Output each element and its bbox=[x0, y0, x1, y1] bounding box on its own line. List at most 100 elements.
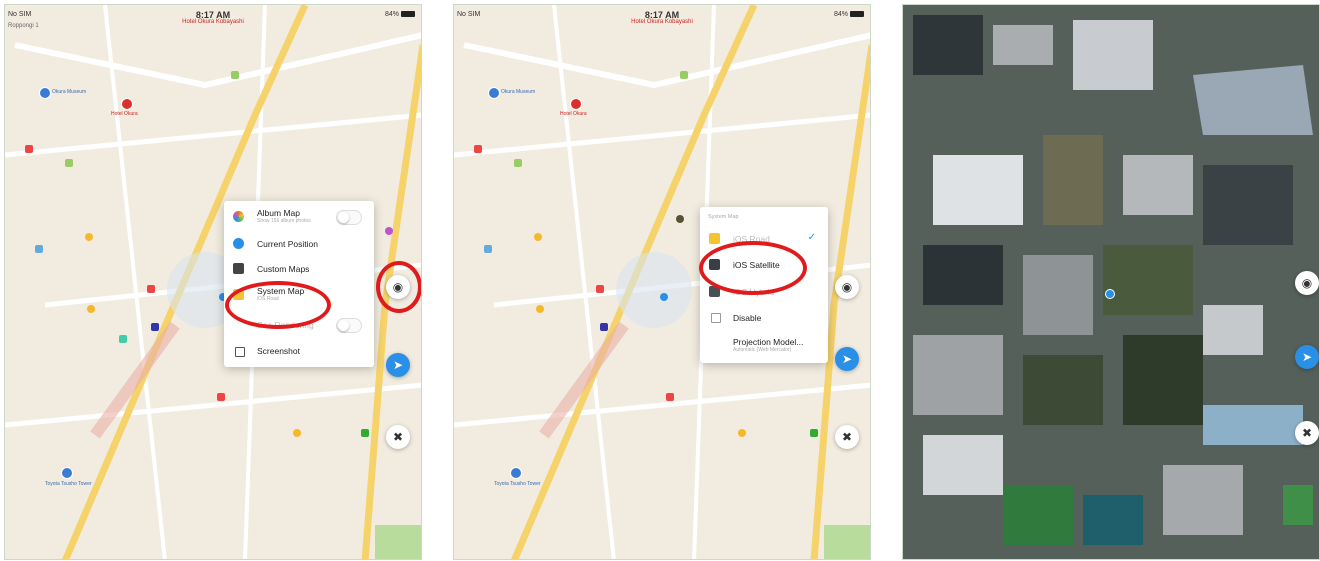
poi-marker[interactable] bbox=[217, 393, 225, 401]
status-bar: No SIM 8:17 AM 84% bbox=[454, 9, 870, 21]
poi-marker[interactable] bbox=[65, 159, 73, 167]
map-panel-satellite: ◉ ➤ ✖ bbox=[902, 4, 1320, 560]
poi-marker[interactable] bbox=[514, 159, 522, 167]
station-label: Toyota Tsusho Tower bbox=[494, 481, 541, 487]
poi-marker[interactable] bbox=[293, 429, 301, 437]
poi-marker[interactable] bbox=[738, 429, 746, 437]
menu-item-custom-maps[interactable]: Custom Maps bbox=[224, 257, 374, 281]
menu-item-sublabel: Show 156 album photos bbox=[257, 218, 311, 224]
checkmark-icon: ✓ bbox=[807, 232, 816, 243]
museum-pin[interactable] bbox=[39, 87, 51, 99]
battery-percent: 84% bbox=[833, 11, 848, 18]
highlight-ring bbox=[376, 261, 421, 313]
album-map-icon bbox=[233, 211, 244, 222]
museum-label: Okura Museum bbox=[501, 89, 536, 95]
submenu-header: System Map bbox=[708, 214, 739, 220]
clock: 8:17 AM bbox=[644, 10, 680, 20]
menu-item-current-position[interactable]: Current Position bbox=[224, 232, 374, 256]
tools-button[interactable]: ✖ bbox=[1295, 421, 1319, 445]
map-panel-menu: Hotel Okura Kobayashi Okura Museum Hotel… bbox=[4, 4, 422, 560]
poi-marker[interactable] bbox=[25, 145, 33, 153]
current-position-marker[interactable] bbox=[660, 293, 668, 301]
menu-item-disable[interactable]: Disable bbox=[700, 306, 828, 330]
menu-item-label: Disable bbox=[733, 313, 762, 323]
poi-marker[interactable] bbox=[151, 323, 159, 331]
carrier-text: No SIM bbox=[457, 11, 481, 18]
poi-marker[interactable] bbox=[596, 285, 604, 293]
poi-marker[interactable] bbox=[85, 233, 93, 241]
disable-icon bbox=[711, 313, 721, 323]
eye-button[interactable]: ◉ bbox=[835, 275, 859, 299]
carrier-text: No SIM bbox=[8, 11, 32, 18]
poi-marker[interactable] bbox=[361, 429, 369, 437]
status-bar: No SIM 8:17 AM 84% bbox=[5, 9, 421, 21]
battery-indicator: 84% bbox=[385, 11, 415, 18]
hotel-label: Hotel Okura bbox=[560, 111, 587, 117]
menu-item-label: Album Map bbox=[257, 208, 300, 218]
poi-marker[interactable] bbox=[147, 285, 155, 293]
hotel-label: Hotel Okura bbox=[111, 111, 138, 117]
menu-item-sublabel: Automatic (Web Mercator) bbox=[733, 347, 792, 353]
album-map-toggle[interactable] bbox=[336, 210, 362, 225]
location-button[interactable]: ➤ bbox=[835, 347, 859, 371]
tools-icon: ✖ bbox=[1301, 426, 1313, 440]
tools-icon: ✖ bbox=[841, 430, 853, 444]
poi-marker[interactable] bbox=[676, 215, 684, 223]
eye-icon: ◉ bbox=[1301, 276, 1313, 290]
museum-label: Okura Museum bbox=[52, 89, 87, 95]
battery-icon bbox=[401, 11, 415, 18]
poi-marker[interactable] bbox=[536, 305, 544, 313]
tools-button[interactable]: ✖ bbox=[835, 425, 859, 449]
tools-button[interactable]: ✖ bbox=[386, 425, 410, 449]
menu-item-label: Projection Model... bbox=[733, 337, 804, 347]
area-label: Roppongi 1 bbox=[8, 23, 39, 29]
location-arrow-icon: ➤ bbox=[1301, 350, 1313, 364]
hotel-pin[interactable] bbox=[570, 98, 582, 110]
tools-icon: ✖ bbox=[392, 430, 404, 444]
menu-item-projection-model[interactable]: Projection Model... Automatic (Web Merca… bbox=[700, 333, 828, 357]
poi-marker[interactable] bbox=[534, 233, 542, 241]
station-pin[interactable] bbox=[510, 467, 522, 479]
location-arrow-icon: ➤ bbox=[841, 352, 853, 366]
eye-icon: ◉ bbox=[841, 280, 853, 294]
battery-indicator: 84% bbox=[834, 11, 864, 18]
battery-percent: 84% bbox=[384, 11, 399, 18]
satellite-imagery bbox=[903, 5, 1319, 559]
poi-marker[interactable] bbox=[231, 71, 239, 79]
eye-button[interactable]: ◉ bbox=[1295, 271, 1319, 295]
poi-marker[interactable] bbox=[119, 335, 127, 343]
poi-marker[interactable] bbox=[35, 245, 43, 253]
highlight-ring bbox=[699, 241, 807, 295]
poi-marker[interactable] bbox=[810, 429, 818, 437]
menu-item-screenshot[interactable]: Screenshot bbox=[224, 339, 374, 363]
poi-marker[interactable] bbox=[484, 245, 492, 253]
layers-icon bbox=[233, 263, 244, 274]
poi-marker[interactable] bbox=[87, 305, 95, 313]
highlight-ring bbox=[225, 281, 331, 329]
museum-pin[interactable] bbox=[488, 87, 500, 99]
current-position-marker[interactable] bbox=[1105, 289, 1115, 299]
menu-item-label: Screenshot bbox=[257, 346, 300, 356]
location-button[interactable]: ➤ bbox=[386, 353, 410, 377]
poi-marker[interactable] bbox=[600, 323, 608, 331]
menu-item-album-map[interactable]: Album Map Show 156 album photos bbox=[224, 205, 374, 229]
poi-marker[interactable] bbox=[474, 145, 482, 153]
battery-icon bbox=[850, 11, 864, 18]
location-icon bbox=[233, 238, 244, 249]
station-label: Toyota Tsusho Tower bbox=[45, 481, 92, 487]
map-panel-submenu: Hotel Okura Kobayashi Okura Museum Hotel… bbox=[453, 4, 871, 560]
share-icon bbox=[235, 347, 245, 357]
menu-item-label: Custom Maps bbox=[257, 264, 310, 274]
menu-item-label: Current Position bbox=[257, 239, 318, 249]
location-arrow-icon: ➤ bbox=[392, 358, 404, 372]
hotel-pin[interactable] bbox=[121, 98, 133, 110]
sea-rendering-toggle[interactable] bbox=[336, 318, 362, 333]
poi-marker[interactable] bbox=[680, 71, 688, 79]
road-map-icon bbox=[709, 233, 720, 244]
poi-marker[interactable] bbox=[666, 393, 674, 401]
station-pin[interactable] bbox=[61, 467, 73, 479]
location-button[interactable]: ➤ bbox=[1295, 345, 1319, 369]
satellite-map[interactable] bbox=[903, 5, 1319, 559]
clock: 8:17 AM bbox=[195, 10, 231, 20]
poi-marker[interactable] bbox=[385, 227, 393, 235]
